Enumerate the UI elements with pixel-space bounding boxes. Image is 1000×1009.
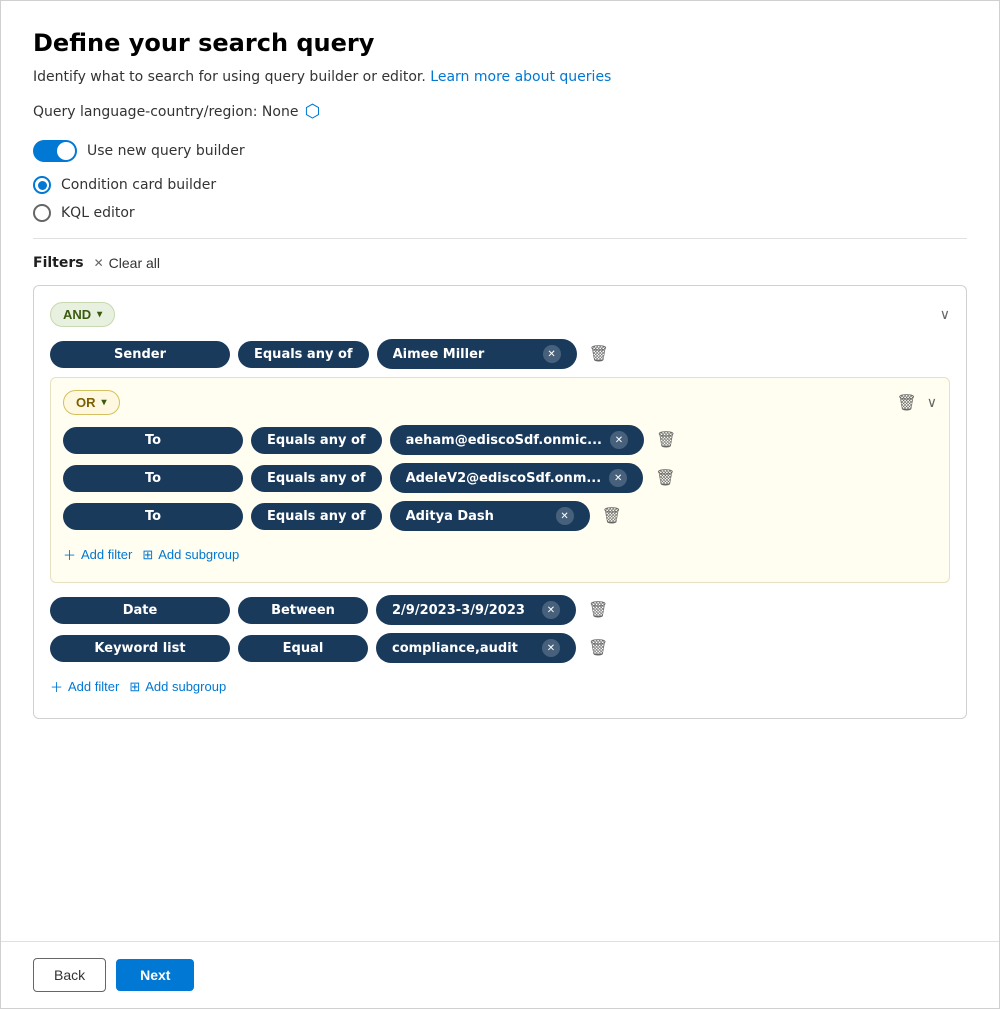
to-1-delete-button[interactable]: 🗑 (652, 428, 680, 452)
clear-all-label: Clear all (109, 255, 160, 271)
page-title: Define your search query (33, 29, 967, 57)
kql-editor-radio[interactable] (33, 204, 51, 222)
to-2-operator-chip[interactable]: Equals any of (251, 465, 382, 492)
main-add-actions: ＋ Add filter ⊞ Add subgroup (50, 671, 950, 702)
to-3-operator-chip[interactable]: Equals any of (251, 503, 382, 530)
condition-card-label: Condition card builder (61, 177, 216, 193)
keyword-operator-chip[interactable]: Equal (238, 635, 368, 662)
plus-icon-main: ＋ (50, 677, 63, 696)
to-3-delete-button[interactable]: 🗑 (598, 504, 626, 528)
sender-delete-button[interactable]: 🗑 (585, 342, 613, 366)
main-group-header: AND ▾ ∨ (50, 302, 950, 327)
or-chevron-icon: ▾ (102, 397, 107, 408)
to-1-operator-chip[interactable]: Equals any of (251, 427, 382, 454)
main-add-filter-label: Add filter (68, 679, 119, 694)
main-add-subgroup-label: Add subgroup (145, 679, 226, 694)
subgroup-actions: 🗑 ∨ (892, 391, 937, 415)
date-field-chip[interactable]: Date (50, 597, 230, 624)
condition-card-radio-row[interactable]: Condition card builder (33, 176, 967, 194)
date-value-chip[interactable]: 2/9/2023-3/9/2023 ✕ (376, 595, 576, 625)
to-filter-row-3: To Equals any of Aditya Dash ✕ 🗑 (63, 501, 937, 531)
query-builder-toggle[interactable] (33, 140, 77, 162)
sender-operator-chip[interactable]: Equals any of (238, 341, 369, 368)
keyword-value-chip[interactable]: compliance,audit ✕ (376, 633, 576, 663)
query-builder-toggle-row: Use new query builder (33, 140, 967, 162)
to-2-field-chip[interactable]: To (63, 465, 243, 492)
subgroup-collapse-icon[interactable]: ∨ (927, 395, 937, 411)
subgroup-add-subgroup-button[interactable]: ⊞ Add subgroup (134, 541, 247, 569)
and-operator-label: AND (63, 307, 91, 322)
filters-label: Filters (33, 255, 84, 271)
condition-builder: AND ▾ ∨ Sender Equals any of Aimee Mille… (33, 285, 967, 719)
subgroup-icon-main: ⊞ (129, 679, 140, 695)
to-3-value-chip[interactable]: Aditya Dash ✕ (390, 501, 590, 531)
date-filter-row: Date Between 2/9/2023-3/9/2023 ✕ 🗑 (50, 595, 950, 625)
date-clear-button[interactable]: ✕ (542, 601, 560, 619)
sender-value-chip[interactable]: Aimee Miller ✕ (377, 339, 577, 369)
to-1-clear-button[interactable]: ✕ (610, 431, 628, 449)
keyword-field-chip[interactable]: Keyword list (50, 635, 230, 662)
keyword-delete-button[interactable]: 🗑 (584, 636, 612, 660)
subgroup-add-filter-button[interactable]: ＋ Add filter (63, 539, 132, 570)
subgroup-add-subgroup-label: Add subgroup (158, 547, 239, 562)
sender-clear-button[interactable]: ✕ (543, 345, 561, 363)
to-3-field-chip[interactable]: To (63, 503, 243, 530)
kql-editor-radio-row[interactable]: KQL editor (33, 204, 967, 222)
clear-all-button[interactable]: ✕ Clear all (94, 255, 160, 271)
date-operator-chip[interactable]: Between (238, 597, 368, 624)
condition-card-radio[interactable] (33, 176, 51, 194)
to-2-delete-button[interactable]: 🗑 (651, 466, 679, 490)
plus-icon-sub: ＋ (63, 545, 76, 564)
and-operator-button[interactable]: AND ▾ (50, 302, 115, 327)
to-2-value-chip[interactable]: AdeleV2@ediscoSdf.onm... ✕ (390, 463, 644, 493)
subgroup-add-filter-label: Add filter (81, 547, 132, 562)
to-filter-row-1: To Equals any of aeham@ediscoSdf.onmic..… (63, 425, 937, 455)
toggle-label: Use new query builder (87, 143, 245, 159)
or-operator-label: OR (76, 395, 96, 410)
subgroup-add-actions: ＋ Add filter ⊞ Add subgroup (63, 539, 937, 570)
to-3-clear-button[interactable]: ✕ (556, 507, 574, 525)
main-group-collapse-icon[interactable]: ∨ (940, 307, 950, 323)
or-operator-button[interactable]: OR ▾ (63, 390, 120, 415)
page-description: Identify what to search for using query … (33, 69, 967, 85)
main-add-filter-button[interactable]: ＋ Add filter (50, 671, 119, 702)
subgroup-delete-button[interactable]: 🗑 (892, 391, 920, 415)
or-subgroup: OR ▾ 🗑 ∨ To Equals any of aeham@ediscoSd… (50, 377, 950, 583)
sender-filter-row: Sender Equals any of Aimee Miller ✕ 🗑 (50, 339, 950, 369)
filters-row: Filters ✕ Clear all (33, 255, 967, 271)
to-filter-row-2: To Equals any of AdeleV2@ediscoSdf.onm..… (63, 463, 937, 493)
footer: Back Next (1, 941, 999, 1008)
divider (33, 238, 967, 239)
translate-icon: ⬡ (304, 101, 320, 122)
to-1-value-chip[interactable]: aeham@ediscoSdf.onmic... ✕ (390, 425, 644, 455)
next-button[interactable]: Next (116, 959, 194, 991)
keyword-clear-button[interactable]: ✕ (542, 639, 560, 657)
subgroup-icon-sub: ⊞ (142, 547, 153, 563)
to-1-field-chip[interactable]: To (63, 427, 243, 454)
sender-field-chip[interactable]: Sender (50, 341, 230, 368)
date-delete-button[interactable]: 🗑 (584, 598, 612, 622)
keyword-filter-row: Keyword list Equal compliance,audit ✕ 🗑 (50, 633, 950, 663)
kql-editor-label: KQL editor (61, 205, 135, 221)
query-language-row: Query language-country/region: None ⬡ (33, 101, 967, 122)
subgroup-header: OR ▾ 🗑 ∨ (63, 390, 937, 415)
clear-all-x-icon: ✕ (94, 256, 104, 270)
back-button[interactable]: Back (33, 958, 106, 992)
learn-more-link[interactable]: Learn more about queries (430, 69, 611, 85)
to-2-clear-button[interactable]: ✕ (609, 469, 627, 487)
and-chevron-icon: ▾ (97, 309, 102, 320)
main-add-subgroup-button[interactable]: ⊞ Add subgroup (121, 673, 234, 701)
